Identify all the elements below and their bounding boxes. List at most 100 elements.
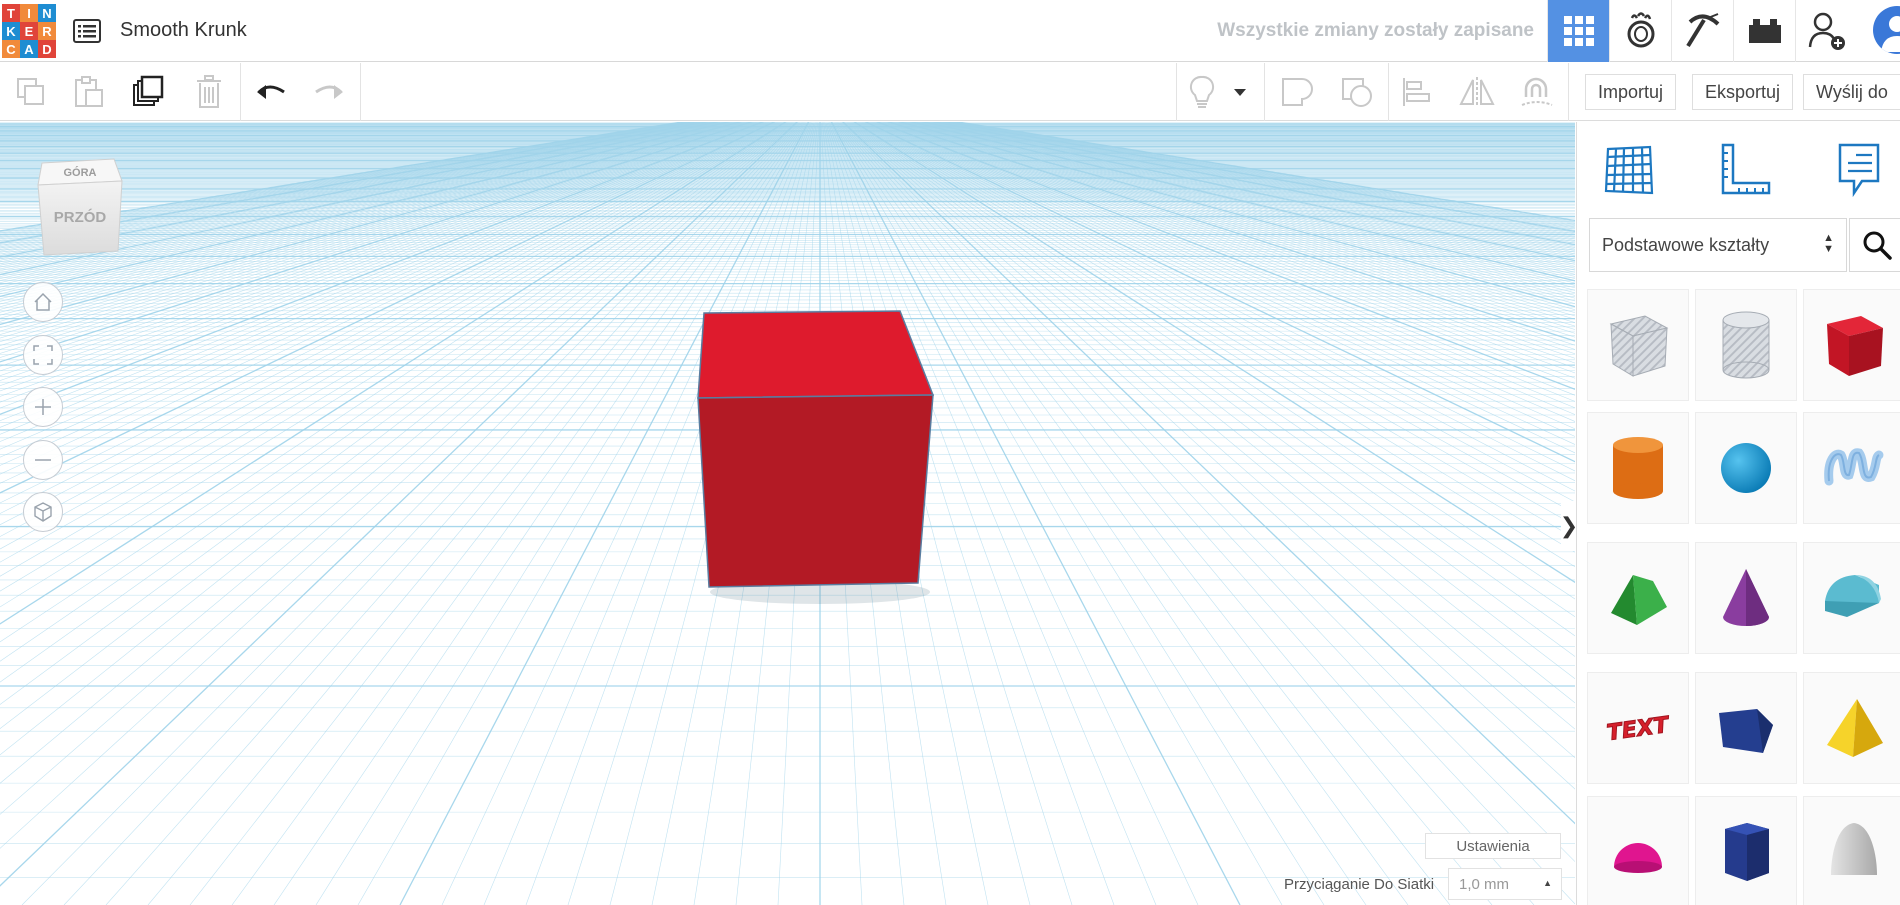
import-button[interactable]: Importuj (1585, 74, 1677, 110)
updown-caret-icon: ▲ ▼ (1823, 232, 1834, 255)
svg-text:TEXT: TEXT (1605, 713, 1672, 747)
workplane-grid (0, 122, 1575, 905)
note-icon (1838, 143, 1880, 198)
workplane-grid-icon (1604, 145, 1654, 195)
shape-search-button[interactable] (1849, 218, 1900, 272)
shape-cylinder[interactable] (1587, 412, 1689, 524)
redo-icon (315, 85, 343, 99)
home-icon (34, 292, 52, 311)
shape-text[interactable]: TEXT (1587, 672, 1689, 784)
duplicate-button[interactable] (128, 71, 170, 113)
redo-button[interactable] (308, 71, 350, 113)
shape-roof[interactable] (1587, 542, 1689, 654)
zoom-out-button[interactable] (23, 440, 63, 480)
shape-wedge[interactable] (1695, 672, 1797, 784)
roof-shape-icon (1611, 575, 1667, 625)
cube-outline-icon (34, 502, 52, 522)
polygon-shape-icon (1725, 823, 1769, 881)
cruise-button[interactable] (1516, 71, 1558, 113)
add-user-button[interactable] (1795, 0, 1857, 62)
top-header: T I N K E R C A D Smooth Krunk Wszystkie… (0, 0, 1900, 62)
bricks-view-button[interactable] (1671, 0, 1733, 62)
zoom-in-button[interactable] (23, 387, 63, 427)
brick-icon (1748, 19, 1781, 43)
workplane-canvas[interactable]: GÓRA PRZÓD ❯ Ustawienia Przyciąganie Do … (0, 122, 1575, 905)
tinkercad-logo[interactable]: T I N K E R C A D (2, 4, 56, 58)
edit-toolbar: Importuj Eksportuj Wyślij do (0, 63, 1900, 121)
shape-scribble[interactable] (1803, 412, 1900, 524)
shapes-panel: Podstawowe kształty ▲ ▼ TEXT (1576, 122, 1900, 905)
viewcube-top-label: GÓRA (64, 166, 97, 179)
scribble-shape-icon (1824, 448, 1884, 486)
shape-polygon[interactable] (1695, 796, 1797, 905)
cylinder-shape-icon (1613, 437, 1663, 499)
pickaxe-icon (1685, 13, 1719, 48)
blocks-view-button[interactable] (1609, 0, 1671, 62)
paste-button[interactable] (68, 71, 110, 113)
project-title[interactable]: Smooth Krunk (120, 19, 247, 42)
half-sphere-shape-icon (1614, 843, 1662, 873)
mirror-icon (1459, 77, 1495, 107)
list-icon (73, 19, 101, 43)
perspective-button[interactable] (23, 492, 63, 532)
ungroup-button[interactable] (1336, 71, 1378, 113)
align-button[interactable] (1396, 71, 1438, 113)
logo-letter: C (2, 40, 20, 58)
copy-button[interactable] (10, 71, 52, 113)
shape-pyramid[interactable] (1803, 672, 1900, 784)
shape-round-roof[interactable] (1803, 542, 1900, 654)
group-button[interactable] (1276, 71, 1318, 113)
logo-letter: N (38, 4, 56, 22)
collapse-panel-button[interactable]: ❯ (1560, 501, 1575, 551)
snap-grid-value: 1,0 mm (1459, 875, 1510, 893)
shape-paraboloid[interactable] (1803, 796, 1900, 905)
shape-cylinder-hole[interactable] (1695, 289, 1797, 401)
design-list-button[interactable] (72, 17, 102, 45)
viewcube-front-label: PRZÓD (54, 208, 107, 226)
avatar-icon (1881, 16, 1900, 52)
undo-button[interactable] (250, 71, 292, 113)
text-shape-icon: TEXT (1605, 712, 1673, 747)
caret-up-icon: ▲ (1543, 878, 1552, 888)
send-to-button[interactable]: Wyślij do (1803, 74, 1900, 110)
workplane-tool-button[interactable] (1597, 138, 1661, 202)
delete-button[interactable] (188, 71, 230, 113)
logo-letter: T (2, 4, 20, 22)
logo-letter: D (38, 40, 56, 58)
shape-half-sphere[interactable] (1587, 796, 1689, 905)
undo-icon (257, 85, 285, 99)
cylinder-hole-shape-icon (1722, 311, 1770, 379)
notes-tool-button[interactable] (1827, 138, 1891, 202)
shape-box-hole[interactable] (1587, 289, 1689, 401)
ungroup-icon (1342, 78, 1372, 107)
copy-icon (17, 78, 44, 105)
3d-view-button[interactable] (1547, 0, 1609, 62)
mirror-button[interactable] (1456, 71, 1498, 113)
export-button[interactable]: Eksportuj (1692, 74, 1794, 110)
view-cube[interactable]: GÓRA PRZÓD (36, 155, 126, 264)
ruler-tool-button[interactable] (1712, 138, 1776, 202)
show-hide-button[interactable] (1181, 71, 1223, 113)
duplicate-icon (133, 75, 164, 106)
magnet-icon (1521, 77, 1553, 106)
workplane-settings-button[interactable]: Ustawienia (1425, 833, 1561, 859)
shape-category-select[interactable]: Podstawowe kształty ▲ ▼ (1589, 218, 1847, 272)
round-roof-shape-icon (1825, 575, 1881, 617)
lego-view-button[interactable] (1733, 0, 1795, 62)
plus-icon (35, 399, 51, 415)
shape-box[interactable] (1803, 289, 1900, 401)
snap-grid-select[interactable]: 1,0 mm ▲ (1448, 868, 1562, 900)
logo-letter: E (20, 22, 38, 40)
add-user-icon (1808, 12, 1845, 50)
fit-view-button[interactable] (23, 335, 63, 375)
snap-grid-label: Przyciąganie Do Siatki (1284, 876, 1435, 893)
visibility-dropdown[interactable] (1226, 71, 1254, 113)
grid-icon (1563, 16, 1594, 46)
dropdown-arrow-icon (1234, 89, 1246, 96)
minus-icon (35, 459, 51, 461)
home-view-button[interactable] (23, 282, 63, 322)
search-icon (1863, 231, 1892, 260)
user-avatar[interactable] (1873, 6, 1900, 54)
shape-cone[interactable] (1695, 542, 1797, 654)
shape-sphere[interactable] (1695, 412, 1797, 524)
